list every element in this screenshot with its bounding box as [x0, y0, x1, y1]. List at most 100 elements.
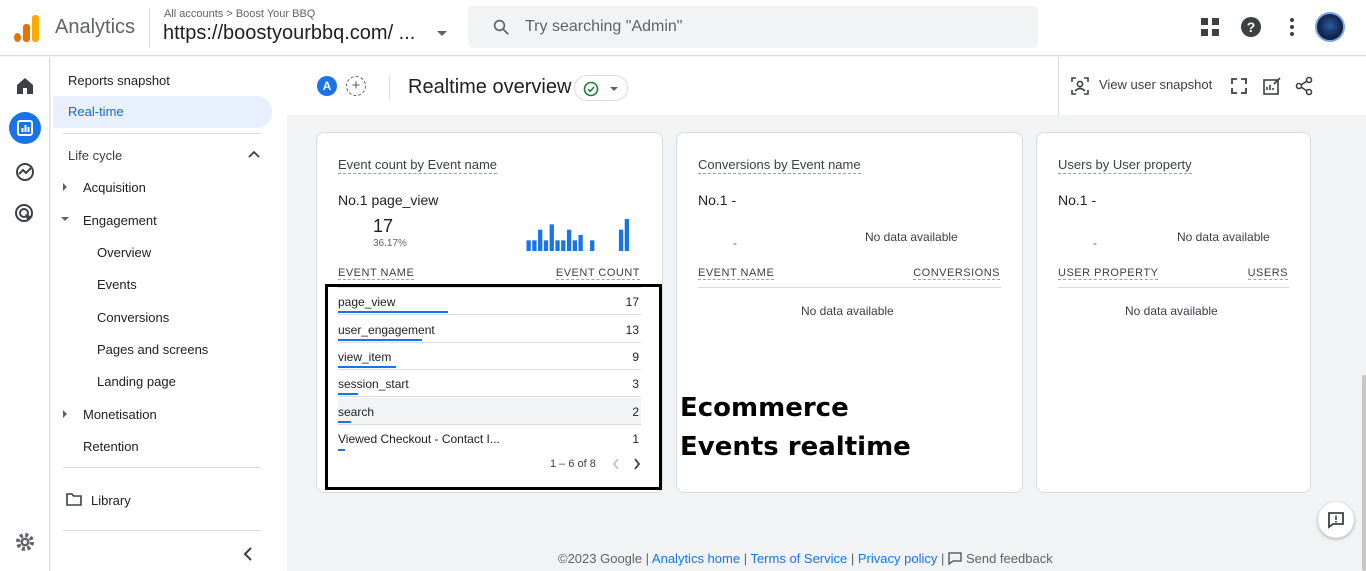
more-vert-icon[interactable] [1281, 16, 1303, 38]
nav-realtime[interactable]: Real-time [53, 96, 272, 128]
app-name: Analytics [55, 16, 136, 38]
top-item-label: No.1 - [1058, 192, 1097, 208]
top-bar: Analytics All accounts > Boost Your BBQ … [0, 0, 1366, 56]
nav-engagement-conversions[interactable]: Conversions [97, 310, 169, 325]
sparkline-bar [538, 229, 543, 251]
nav-engagement[interactable]: Engagement [83, 213, 157, 228]
annotation-line: Events realtime [680, 432, 911, 462]
apps-grid-icon[interactable] [1199, 16, 1221, 38]
divider [698, 287, 1001, 288]
sparkline-bar [532, 240, 537, 251]
sparkline-bar [566, 229, 572, 251]
separator: | [740, 551, 751, 566]
home-icon[interactable] [13, 74, 37, 98]
nav-reports-snapshot[interactable]: Reports snapshot [68, 73, 170, 88]
nav-engagement-events[interactable]: Events [97, 277, 137, 292]
divider [63, 467, 261, 468]
sparkline-bar [618, 229, 624, 251]
search-bar[interactable]: Try searching "Admin" [468, 6, 1038, 48]
view-user-snapshot-button[interactable]: View user snapshot [1099, 77, 1212, 92]
card-title-dimension[interactable]: User property [1113, 157, 1192, 172]
card-title-metric: Users by [1058, 157, 1113, 172]
column-header-event-name[interactable]: EVENT NAME [338, 267, 415, 280]
divider [389, 75, 390, 99]
column-header-event-name[interactable]: EVENT NAME [698, 267, 775, 280]
caret-down-icon [610, 87, 618, 91]
sparkline-bar [526, 240, 531, 251]
avatar[interactable] [1315, 12, 1345, 42]
top-item-label: No.1 page_view [338, 192, 439, 208]
advertising-icon[interactable] [13, 202, 37, 226]
nav-engagement-landing-page[interactable]: Landing page [97, 374, 176, 389]
expand-right-icon[interactable] [63, 410, 67, 418]
card-title-dimension[interactable]: Event name [791, 157, 860, 172]
divider [1058, 57, 1059, 115]
add-comparison-button[interactable]: + [346, 76, 366, 96]
card-title[interactable]: Event count by Event name [338, 157, 497, 174]
nav-section-life-cycle[interactable]: Life cycle [68, 148, 122, 163]
reports-icon[interactable] [9, 112, 41, 144]
folder-icon [66, 493, 82, 506]
nav-acquisition[interactable]: Acquisition [83, 180, 146, 195]
account-breadcrumb[interactable]: All accounts > Boost Your BBQ [164, 8, 315, 20]
nav-library[interactable]: Library [91, 493, 131, 508]
terms-link[interactable]: Terms of Service [750, 551, 847, 566]
sparkline-bar [549, 224, 554, 251]
column-header-conversions[interactable]: CONVERSIONS [913, 267, 1000, 280]
column-header-user-property[interactable]: USER PROPERTY [1058, 267, 1159, 280]
customize-report-icon[interactable] [1262, 76, 1282, 96]
copyright: ©2023 Google [558, 551, 643, 566]
explore-icon[interactable] [13, 160, 37, 184]
analytics-home-link[interactable]: Analytics home [652, 551, 740, 566]
separator: | [937, 551, 948, 566]
no-data-message: No data available [1125, 304, 1218, 318]
share-icon[interactable] [1294, 76, 1314, 96]
top-item-percent: 36.17% [373, 238, 407, 249]
nav-monetisation[interactable]: Monetisation [83, 407, 157, 422]
card-title[interactable]: Users by User property [1058, 157, 1192, 174]
no-data-message: No data available [801, 304, 894, 318]
card-title-dimension[interactable]: Event name [428, 157, 497, 172]
sparkline-bar [624, 219, 629, 251]
data-status-button[interactable] [574, 75, 628, 101]
top-item-value: 17 [373, 216, 394, 236]
comparison-chip[interactable]: A [317, 76, 337, 96]
nav-retention[interactable]: Retention [83, 439, 139, 454]
no-data-message: No data available [865, 230, 958, 244]
sparkline-bar [572, 240, 577, 251]
page-title: Realtime overview [408, 76, 572, 98]
feedback-button[interactable] [1318, 502, 1354, 538]
nav-engagement-overview[interactable]: Overview [97, 245, 151, 260]
nav-realtime-label: Real-time [68, 104, 124, 119]
send-feedback-link[interactable]: Send feedback [966, 551, 1053, 566]
collapse-down-icon[interactable] [61, 217, 69, 221]
privacy-link[interactable]: Privacy policy [858, 551, 937, 566]
card-title[interactable]: Conversions by Event name [698, 157, 861, 174]
divider [63, 530, 261, 531]
highlight-box [325, 284, 662, 490]
collapse-nav-chevron-left-icon[interactable] [243, 547, 253, 561]
property-selector[interactable]: https://boostyourbbq.com/ ... [163, 22, 415, 45]
help-icon[interactable]: ? [1240, 16, 1262, 38]
expand-right-icon[interactable] [63, 183, 67, 191]
divider [63, 133, 261, 134]
main-content: A + Realtime overview View user snapshot [287, 57, 1366, 571]
divider [149, 8, 150, 48]
user-snapshot-icon[interactable] [1070, 76, 1090, 96]
column-header-event-count[interactable]: EVENT COUNT [555, 267, 640, 280]
caret-down-icon[interactable] [437, 31, 447, 36]
card-title-metric: Event count by [338, 157, 428, 172]
column-header-users[interactable]: USERS [1247, 267, 1288, 280]
scrollbar[interactable] [1362, 375, 1366, 571]
search-input[interactable]: Try searching "Admin" [525, 18, 682, 36]
reports-nav: Reports snapshot Real-time Life cycle Ac… [51, 57, 287, 571]
analytics-logo-icon[interactable] [14, 14, 40, 42]
fullscreen-icon[interactable] [1229, 76, 1249, 96]
nav-engagement-pages-and-screens[interactable]: Pages and screens [97, 342, 208, 357]
chevron-up-icon[interactable] [248, 150, 260, 158]
sparkline-bar [578, 235, 583, 251]
no-data-message: No data available [1177, 230, 1270, 244]
settings-gear-icon[interactable] [13, 530, 37, 554]
annotation-text: Ecommerce Events realtime [680, 389, 911, 467]
top-item-label: No.1 - [698, 192, 737, 208]
